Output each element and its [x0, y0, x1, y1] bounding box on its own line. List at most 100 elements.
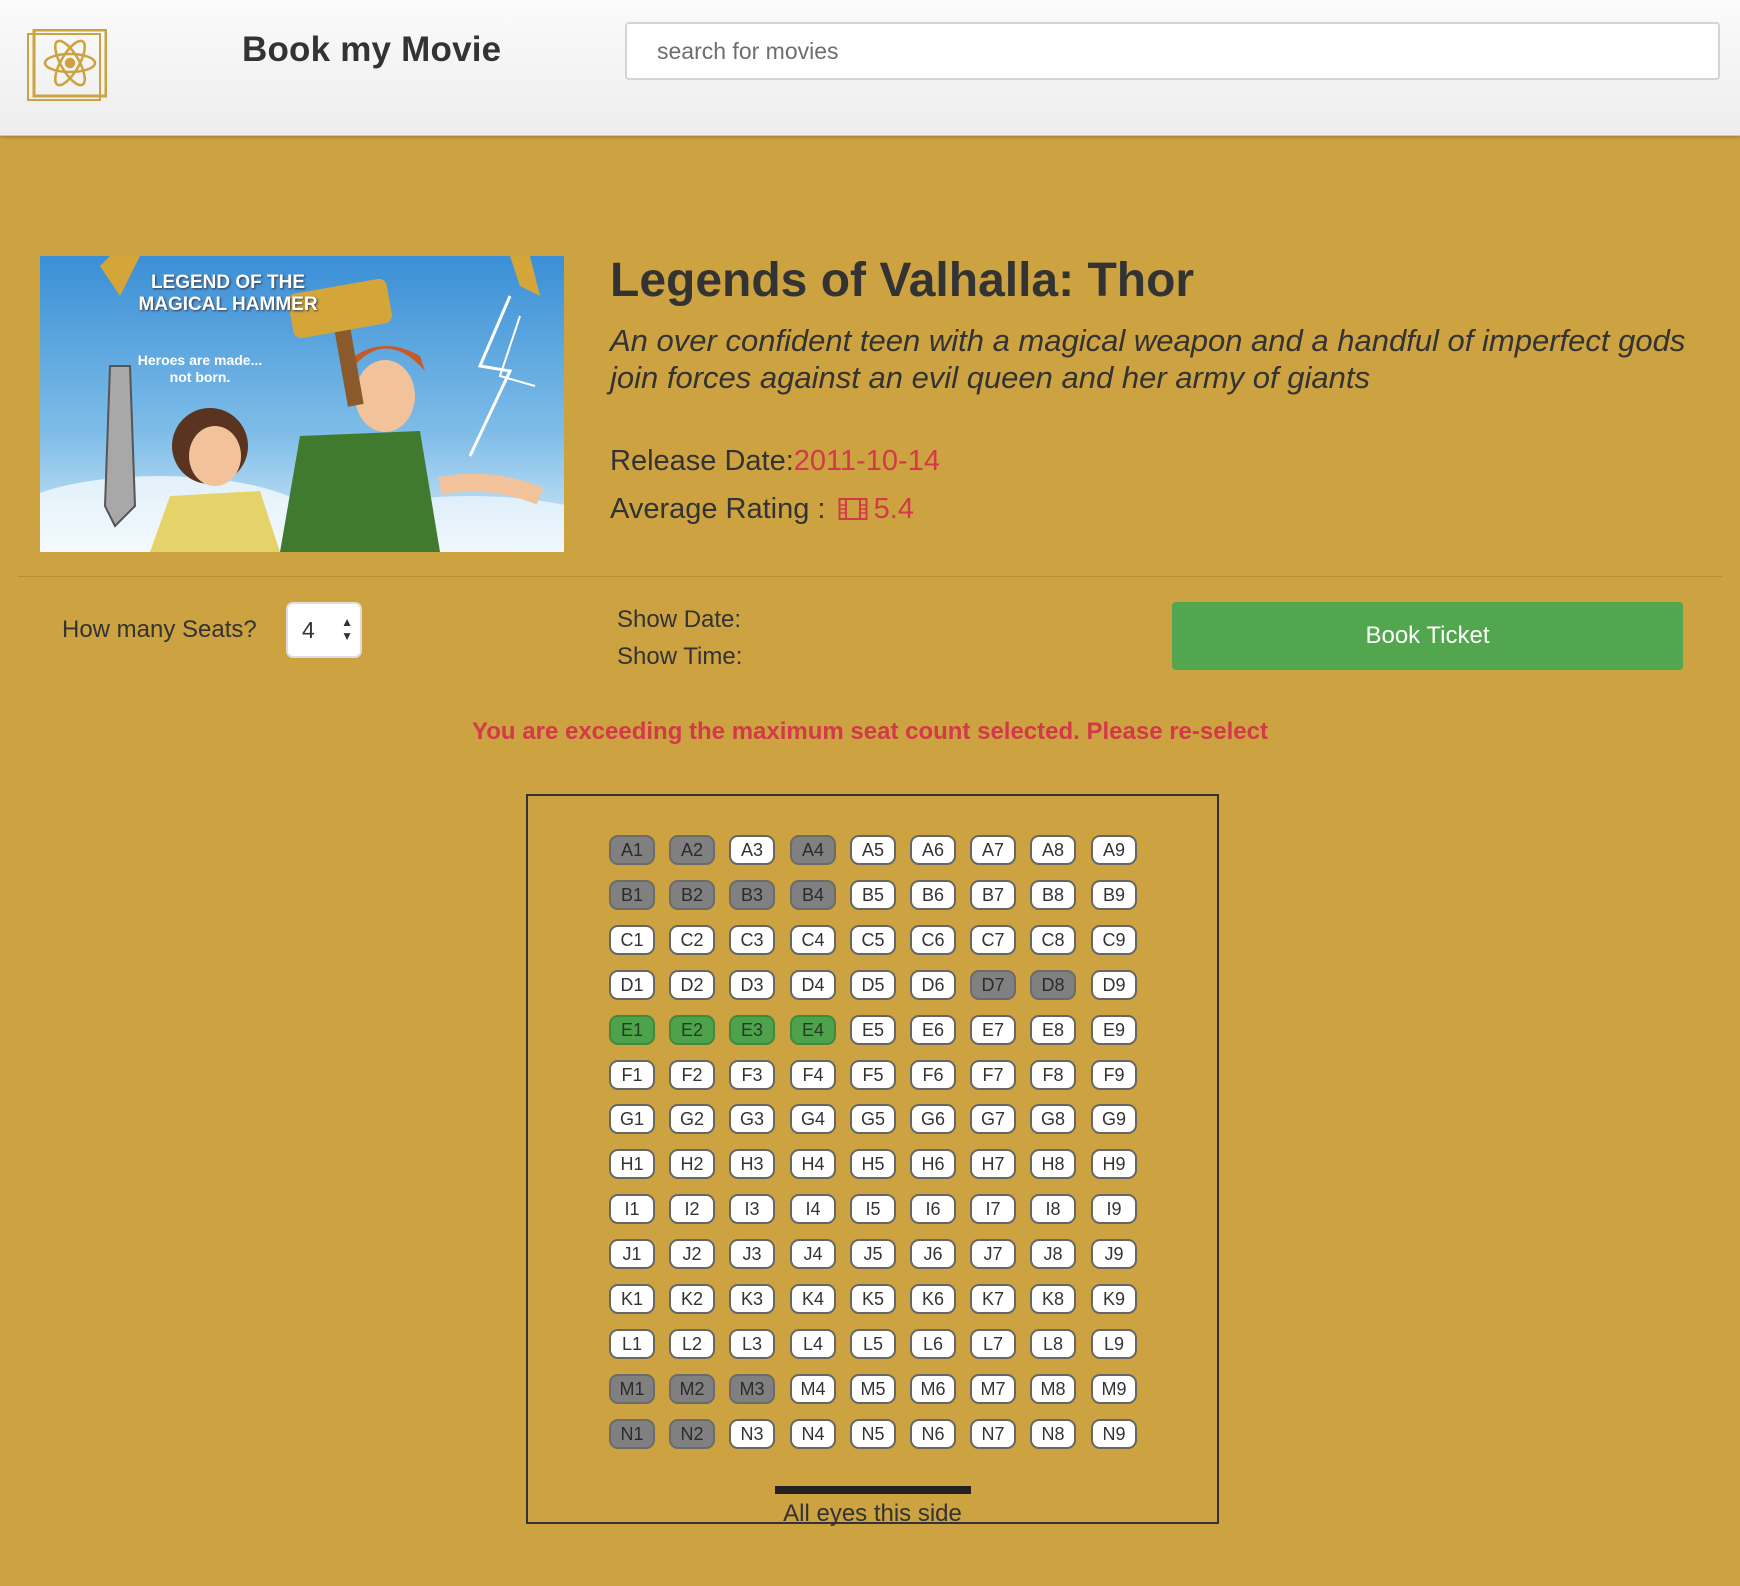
seat-l9[interactable]: L9: [1091, 1329, 1137, 1359]
seat-h3[interactable]: H3: [729, 1149, 775, 1179]
seat-l5[interactable]: L5: [850, 1329, 896, 1359]
seat-i3[interactable]: I3: [729, 1194, 775, 1224]
seats-count-select[interactable]: 4 ▲ ▼: [286, 602, 362, 658]
seat-a2[interactable]: A2: [669, 835, 715, 865]
seat-f9[interactable]: F9: [1091, 1060, 1137, 1090]
seat-m2[interactable]: M2: [669, 1374, 715, 1404]
seat-d5[interactable]: D5: [850, 970, 896, 1000]
seat-c8[interactable]: C8: [1030, 925, 1076, 955]
seat-l7[interactable]: L7: [970, 1329, 1016, 1359]
seat-d9[interactable]: D9: [1091, 970, 1137, 1000]
seat-e4[interactable]: E4: [790, 1015, 836, 1045]
seat-d3[interactable]: D3: [729, 970, 775, 1000]
seat-k6[interactable]: K6: [910, 1284, 956, 1314]
seat-m6[interactable]: M6: [910, 1374, 956, 1404]
search-input[interactable]: [625, 22, 1720, 80]
book-ticket-button[interactable]: Book Ticket: [1172, 602, 1683, 670]
seat-h4[interactable]: H4: [790, 1149, 836, 1179]
seat-c1[interactable]: C1: [609, 925, 655, 955]
seat-a3[interactable]: A3: [729, 835, 775, 865]
seat-g2[interactable]: G2: [669, 1104, 715, 1134]
seat-l4[interactable]: L4: [790, 1329, 836, 1359]
brand-title[interactable]: Book my Movie: [242, 30, 501, 70]
seat-h7[interactable]: H7: [970, 1149, 1016, 1179]
seat-i8[interactable]: I8: [1030, 1194, 1076, 1224]
seat-k9[interactable]: K9: [1091, 1284, 1137, 1314]
seat-f8[interactable]: F8: [1030, 1060, 1076, 1090]
seat-n3[interactable]: N3: [729, 1419, 775, 1449]
seat-d4[interactable]: D4: [790, 970, 836, 1000]
seat-h6[interactable]: H6: [910, 1149, 956, 1179]
seat-b7[interactable]: B7: [970, 880, 1016, 910]
seat-e7[interactable]: E7: [970, 1015, 1016, 1045]
seat-c6[interactable]: C6: [910, 925, 956, 955]
seat-b5[interactable]: B5: [850, 880, 896, 910]
seat-h9[interactable]: H9: [1091, 1149, 1137, 1179]
seat-l1[interactable]: L1: [609, 1329, 655, 1359]
seat-b4[interactable]: B4: [790, 880, 836, 910]
seat-e1[interactable]: E1: [609, 1015, 655, 1045]
seat-n8[interactable]: N8: [1030, 1419, 1076, 1449]
seat-j8[interactable]: J8: [1030, 1239, 1076, 1269]
seat-i4[interactable]: I4: [790, 1194, 836, 1224]
seat-j9[interactable]: J9: [1091, 1239, 1137, 1269]
seat-c7[interactable]: C7: [970, 925, 1016, 955]
seat-l8[interactable]: L8: [1030, 1329, 1076, 1359]
seat-a6[interactable]: A6: [910, 835, 956, 865]
seat-j5[interactable]: J5: [850, 1239, 896, 1269]
seat-g6[interactable]: G6: [910, 1104, 956, 1134]
seat-c3[interactable]: C3: [729, 925, 775, 955]
seat-j1[interactable]: J1: [609, 1239, 655, 1269]
seat-f6[interactable]: F6: [910, 1060, 956, 1090]
seat-j7[interactable]: J7: [970, 1239, 1016, 1269]
seat-b1[interactable]: B1: [609, 880, 655, 910]
seat-d8[interactable]: D8: [1030, 970, 1076, 1000]
seat-i1[interactable]: I1: [609, 1194, 655, 1224]
seat-e8[interactable]: E8: [1030, 1015, 1076, 1045]
seat-l3[interactable]: L3: [729, 1329, 775, 1359]
seat-l6[interactable]: L6: [910, 1329, 956, 1359]
seat-k1[interactable]: K1: [609, 1284, 655, 1314]
seat-d7[interactable]: D7: [970, 970, 1016, 1000]
seat-d6[interactable]: D6: [910, 970, 956, 1000]
seat-a1[interactable]: A1: [609, 835, 655, 865]
seat-c4[interactable]: C4: [790, 925, 836, 955]
seat-e2[interactable]: E2: [669, 1015, 715, 1045]
seat-e9[interactable]: E9: [1091, 1015, 1137, 1045]
seat-f4[interactable]: F4: [790, 1060, 836, 1090]
seat-k8[interactable]: K8: [1030, 1284, 1076, 1314]
seat-i9[interactable]: I9: [1091, 1194, 1137, 1224]
seat-k3[interactable]: K3: [729, 1284, 775, 1314]
seat-a7[interactable]: A7: [970, 835, 1016, 865]
seat-a5[interactable]: A5: [850, 835, 896, 865]
seat-d2[interactable]: D2: [669, 970, 715, 1000]
seat-j2[interactable]: J2: [669, 1239, 715, 1269]
seat-g9[interactable]: G9: [1091, 1104, 1137, 1134]
seat-i7[interactable]: I7: [970, 1194, 1016, 1224]
seat-f2[interactable]: F2: [669, 1060, 715, 1090]
seat-n9[interactable]: N9: [1091, 1419, 1137, 1449]
seat-g1[interactable]: G1: [609, 1104, 655, 1134]
seat-j4[interactable]: J4: [790, 1239, 836, 1269]
seat-h5[interactable]: H5: [850, 1149, 896, 1179]
seat-e3[interactable]: E3: [729, 1015, 775, 1045]
seat-d1[interactable]: D1: [609, 970, 655, 1000]
react-atom-icon[interactable]: [27, 29, 107, 101]
seat-c5[interactable]: C5: [850, 925, 896, 955]
seat-m3[interactable]: M3: [729, 1374, 775, 1404]
seat-f3[interactable]: F3: [729, 1060, 775, 1090]
seat-m5[interactable]: M5: [850, 1374, 896, 1404]
seat-k2[interactable]: K2: [669, 1284, 715, 1314]
seat-a4[interactable]: A4: [790, 835, 836, 865]
seat-c2[interactable]: C2: [669, 925, 715, 955]
seat-g7[interactable]: G7: [970, 1104, 1016, 1134]
seat-g8[interactable]: G8: [1030, 1104, 1076, 1134]
seat-j3[interactable]: J3: [729, 1239, 775, 1269]
seat-e6[interactable]: E6: [910, 1015, 956, 1045]
seat-b8[interactable]: B8: [1030, 880, 1076, 910]
seat-f1[interactable]: F1: [609, 1060, 655, 1090]
seat-g3[interactable]: G3: [729, 1104, 775, 1134]
seat-j6[interactable]: J6: [910, 1239, 956, 1269]
seat-k5[interactable]: K5: [850, 1284, 896, 1314]
seat-m4[interactable]: M4: [790, 1374, 836, 1404]
